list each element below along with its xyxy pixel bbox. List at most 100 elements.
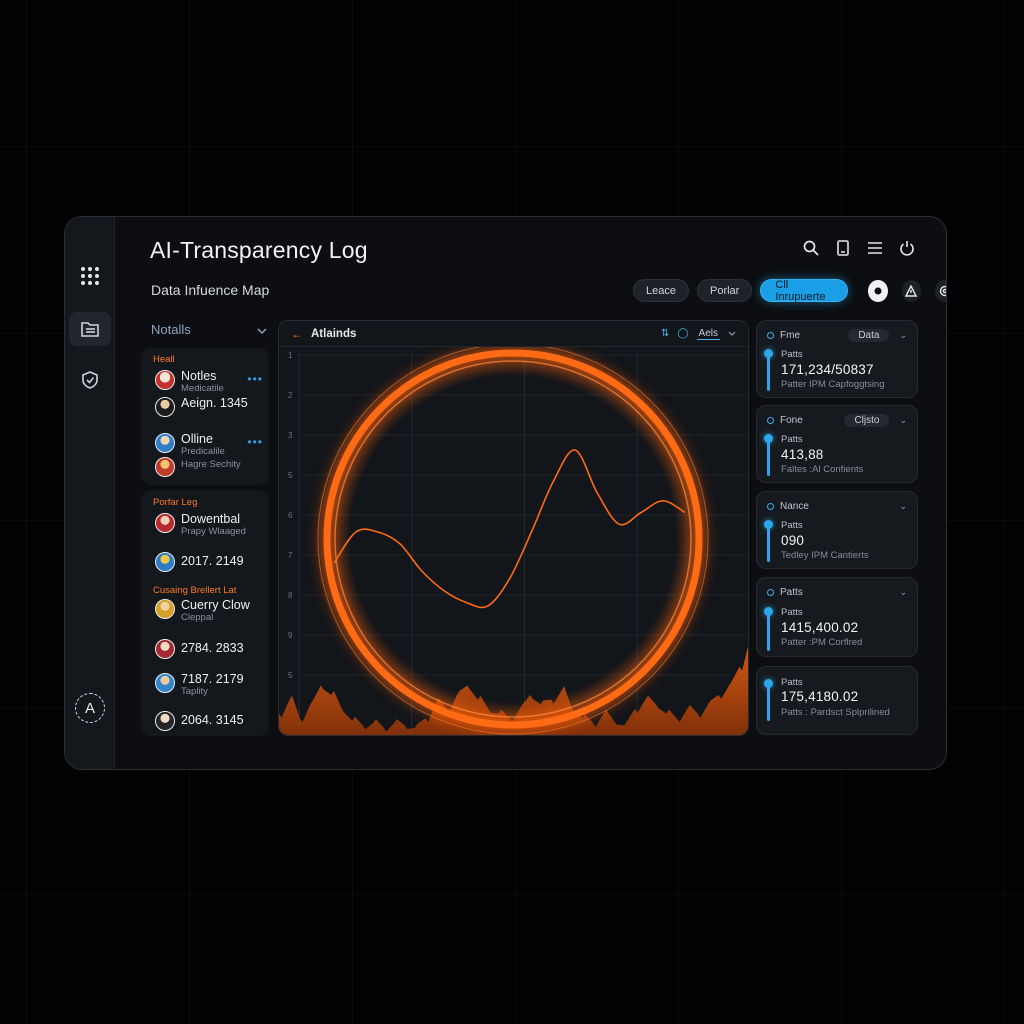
list-item[interactable]: Notles Medicatile ••• bbox=[155, 369, 262, 394]
stat-value: 1415,400.02 bbox=[781, 620, 859, 635]
stat-value: 171,234/50837 bbox=[781, 362, 874, 377]
stat-card-3[interactable]: Nance ⌄ Patts 090 Tedley IPM Cantierts bbox=[756, 491, 918, 569]
y-tick-label: 9 bbox=[288, 631, 293, 640]
stat-select[interactable]: Cljsto bbox=[844, 413, 890, 427]
entry-subtitle: Cleppal bbox=[181, 612, 214, 623]
stat-note: Tedley IPM Cantierts bbox=[781, 550, 869, 561]
stat-card-2[interactable]: Fone Cljsto ⌄ Patts 413,88 Faltes :Al Co… bbox=[756, 405, 918, 483]
axis-select[interactable]: Aels bbox=[696, 328, 720, 340]
tune-icon[interactable]: ⇅ bbox=[661, 328, 669, 339]
y-tick-label: 1 bbox=[288, 351, 293, 360]
stat-head-label: Patts bbox=[780, 586, 803, 598]
group-label: Heall bbox=[153, 354, 175, 365]
stat-label: Patts bbox=[781, 434, 803, 445]
list-item[interactable]: Hagre Sechity bbox=[155, 456, 241, 477]
stat-label: Patts bbox=[781, 607, 803, 618]
filter-pill-active[interactable]: Cll Inrupuerte bbox=[760, 279, 849, 303]
stat-knob bbox=[764, 607, 773, 616]
power-icon[interactable] bbox=[898, 239, 916, 257]
stat-card-1[interactable]: Fme Data ⌄ Patts 171,234/50837 Patter IP… bbox=[756, 320, 918, 398]
search-icon[interactable] bbox=[802, 239, 820, 257]
alert-icon[interactable] bbox=[901, 279, 922, 302]
group-label: Porfar Leg bbox=[153, 497, 198, 508]
stat-card-4[interactable]: Patts ⌄ Patts 1415,400.02 Patter :PM Cor… bbox=[756, 577, 918, 657]
stat-label: Patts bbox=[781, 520, 803, 531]
chevron-down-icon[interactable]: ⌄ bbox=[899, 501, 907, 512]
group-card-porfar: Porfar Leg Dowentbal Prapy Wlaaged 2017.… bbox=[141, 490, 269, 736]
more-options-icon[interactable]: ••• bbox=[247, 372, 263, 386]
top-toolbar bbox=[802, 239, 916, 257]
stat-knob bbox=[764, 679, 773, 688]
nav-rail: A bbox=[65, 217, 115, 769]
stat-note: Faltes :Al Confients bbox=[781, 464, 864, 475]
list-item[interactable]: 2064. 3145 bbox=[155, 710, 244, 731]
entry-subtitle: Taplity bbox=[181, 686, 208, 697]
stat-bar bbox=[767, 524, 770, 562]
list-item[interactable]: Cuerry Clow Cleppal bbox=[155, 598, 250, 623]
influence-chart: 1 2 3 5 6 7 8 9 5 bbox=[279, 347, 748, 735]
status-dot-icon bbox=[767, 502, 774, 510]
ring-highlight bbox=[315, 347, 711, 735]
back-arrow-icon[interactable]: ← bbox=[291, 327, 303, 341]
stat-knob bbox=[764, 520, 773, 529]
avatar bbox=[155, 552, 175, 572]
entry-title: Cuerry Clow bbox=[181, 598, 250, 612]
stat-knob bbox=[764, 434, 773, 443]
chart-title: Atlainds bbox=[311, 327, 357, 340]
entry-title: 2017. 2149 bbox=[181, 554, 244, 568]
status-dot-icon bbox=[767, 588, 774, 596]
chevron-down-icon bbox=[257, 322, 267, 337]
more-options-icon[interactable]: ••• bbox=[247, 435, 263, 449]
avatar-letter: A bbox=[84, 699, 95, 717]
stat-label: Patts bbox=[781, 349, 803, 360]
pin-icon[interactable]: ◯ bbox=[677, 328, 688, 339]
page-subtitle: Data Infuence Map bbox=[151, 282, 270, 298]
user-avatar[interactable]: A bbox=[75, 693, 105, 723]
left-panel-header[interactable]: Notalls bbox=[151, 322, 267, 337]
entry-title: Olline bbox=[181, 432, 213, 446]
list-item[interactable]: 2017. 2149 bbox=[155, 551, 244, 572]
stat-head-label: Fone bbox=[780, 414, 803, 426]
chevron-down-icon[interactable]: ⌄ bbox=[899, 330, 907, 341]
filter-pill-porlar[interactable]: Porlar bbox=[696, 279, 753, 302]
left-panel-title: Notalls bbox=[151, 322, 191, 337]
stat-card-5[interactable]: Patts 175,4180.02 Patts : Pardsct Splpri… bbox=[756, 666, 918, 735]
stat-note: Patts : Pardsct Splprilined bbox=[781, 707, 890, 718]
stat-bar bbox=[767, 353, 770, 391]
list-item[interactable]: 7187. 2179 Taplity bbox=[155, 672, 244, 697]
list-item[interactable]: 2784. 2833 bbox=[155, 638, 244, 659]
apps-grid-icon[interactable] bbox=[69, 259, 111, 293]
chevron-down-icon[interactable]: ⌄ bbox=[899, 587, 907, 598]
avatar bbox=[155, 397, 175, 417]
entry-subtitle: Medicatile bbox=[181, 383, 224, 394]
avatar bbox=[155, 433, 175, 453]
stat-value: 413,88 bbox=[781, 447, 824, 462]
stat-select[interactable]: Data bbox=[848, 328, 890, 342]
chevron-down-icon[interactable]: ⌄ bbox=[899, 415, 907, 426]
entry-title: Notles bbox=[181, 369, 217, 383]
y-tick-label: 7 bbox=[288, 551, 293, 560]
filter-pill-leace[interactable]: Leace bbox=[633, 279, 689, 302]
list-item[interactable]: Aeign. 1345 bbox=[155, 396, 248, 417]
stat-bar bbox=[767, 611, 770, 651]
shield-icon[interactable] bbox=[69, 363, 111, 397]
stat-note: Patter :PM Corflred bbox=[781, 637, 863, 648]
list-item[interactable]: Dowentbal Prapy Wlaaged bbox=[155, 512, 246, 537]
target-icon[interactable] bbox=[935, 279, 946, 302]
avatar bbox=[155, 370, 175, 390]
avatar bbox=[155, 711, 175, 731]
y-tick-label: 5 bbox=[288, 671, 293, 680]
y-tick-label: 3 bbox=[288, 431, 293, 440]
chevron-down-icon[interactable] bbox=[728, 328, 736, 339]
documents-icon[interactable] bbox=[69, 312, 111, 346]
entry-title: 2064. 3145 bbox=[181, 713, 244, 727]
chart-header: ← Atlainds ⇅ ◯ Aels bbox=[279, 321, 748, 347]
menu-icon[interactable] bbox=[866, 239, 884, 257]
stat-value: 090 bbox=[781, 533, 805, 548]
tablet-icon[interactable] bbox=[834, 239, 852, 257]
stat-note: Patter IPM Capfoggtsing bbox=[781, 379, 885, 390]
list-item[interactable]: Olline Predicalile ••• bbox=[155, 432, 262, 457]
y-axis-ticks: 1 2 3 5 6 7 8 9 5 bbox=[288, 351, 293, 680]
stat-knob bbox=[764, 349, 773, 358]
record-button[interactable] bbox=[868, 279, 888, 302]
